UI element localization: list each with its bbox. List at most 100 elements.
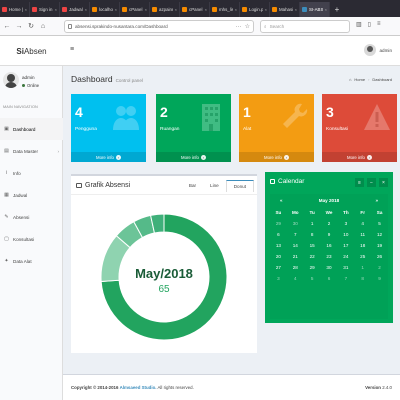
info-icon[interactable] [68,24,72,29]
calendar-day[interactable]: 5 [371,221,388,226]
calendar-day[interactable]: 11 [354,232,371,237]
sidebar-item-konsultasi[interactable]: ▢ Konsultasi [0,228,63,250]
studio-link[interactable]: Almsaeed Studio. [120,385,157,390]
home-icon[interactable]: ⌂ [39,21,47,31]
calendar-day[interactable]: 28 [287,265,304,270]
tab-close-icon[interactable]: × [55,7,57,12]
calendar-day[interactable]: 10 [337,232,354,237]
calendar-day[interactable]: 8 [354,276,371,281]
forward-icon[interactable]: → [15,21,23,31]
calendar-month[interactable]: May 2018 [319,198,339,203]
browser-tab[interactable]: Jadwal | S× [60,2,90,17]
calendar-day[interactable]: 15 [304,243,321,248]
sidebar-toggle-button[interactable]: ≡ [70,46,74,53]
more-info-link[interactable]: More info › [71,152,146,162]
browser-tab[interactable]: cPanel - Ak× [120,2,150,17]
sidebar-item-data-master[interactable]: ▤ Data Master › [0,140,63,162]
calendar-day[interactable]: 5 [304,276,321,281]
user-menu[interactable]: admin [364,44,392,56]
tab-close-icon[interactable]: × [235,7,237,12]
calendar-day[interactable]: 3 [270,276,287,281]
sidebar-item-data-alat[interactable]: ✦ Data Alat [0,250,63,272]
browser-search-input[interactable]: ⌕ Search [260,20,350,33]
browser-tab[interactable]: Mahasisw× [270,2,300,17]
more-info-link[interactable]: More info › [156,152,231,162]
browser-tab[interactable]: Sign in | Ak× [30,2,60,17]
calendar-day[interactable]: 7 [287,232,304,237]
calendar-day[interactable]: 19 [371,243,388,248]
tab-close-icon[interactable]: × [325,7,327,12]
calendar-day[interactable]: 6 [321,276,338,281]
browser-tab[interactable]: mhs_list.p× [210,2,240,17]
calendar-day[interactable]: 31 [337,265,354,270]
calendar-close-button[interactable]: × [379,178,388,187]
tab-line[interactable]: Line [203,180,226,192]
tab-close-icon[interactable]: × [175,7,177,12]
more-info-link[interactable]: More info › [322,152,397,162]
reload-icon[interactable]: ↻ [27,21,35,31]
calendar-day[interactable]: 29 [304,265,321,270]
back-icon[interactable]: ← [3,21,11,31]
calendar-collapse-button[interactable]: − [367,178,376,187]
tab-close-icon[interactable]: × [265,7,267,12]
calendar-day[interactable]: 1 [354,265,371,270]
tab-close-icon[interactable]: × [115,7,117,12]
tab-close-icon[interactable]: × [205,7,207,12]
calendar-day[interactable]: 8 [304,232,321,237]
sidebar-item-absensi[interactable]: ✎ Absensi [0,206,63,228]
calendar-day[interactable]: 6 [270,232,287,237]
tab-close-icon[interactable]: × [85,7,87,12]
calendar-day[interactable]: 14 [287,243,304,248]
calendar-day[interactable]: 13 [270,243,287,248]
calendar-day[interactable]: 25 [354,254,371,259]
new-tab-button[interactable]: + [330,2,344,17]
calendar-day[interactable]: 29 [270,221,287,226]
url-bar[interactable]: absensi.sprakindo-nusantara.com/Dashboar… [64,20,254,33]
calendar-day[interactable]: 9 [371,276,388,281]
calendar-day[interactable]: 12 [371,232,388,237]
calendar-day[interactable]: 4 [354,221,371,226]
calendar-day[interactable]: 2 [371,265,388,270]
calendar-day[interactable]: 2 [321,221,338,226]
calendar-day[interactable]: 17 [337,243,354,248]
breadcrumb-home[interactable]: Home [354,77,365,82]
calendar-day[interactable]: 24 [337,254,354,259]
calendar-day[interactable]: 18 [354,243,371,248]
browser-tab[interactable]: localhost× [90,2,120,17]
tab-close-icon[interactable]: × [295,7,297,12]
calendar-day[interactable]: 20 [270,254,287,259]
calendar-day[interactable]: 3 [337,221,354,226]
calendar-day[interactable]: 16 [321,243,338,248]
browser-tab[interactable]: Home | Ak× [0,2,30,17]
url-text[interactable]: absensi.sprakindo-nusantara.com/Dashboar… [75,24,233,29]
browser-menu-icon[interactable]: ≡ [377,21,381,28]
browser-tab[interactable]: SI-ABSEN× [300,2,330,17]
calendar-day[interactable]: 27 [270,265,287,270]
sidebar-item-jadwal[interactable]: ▦ Jadwal [0,184,63,206]
calendar-day[interactable]: 4 [287,276,304,281]
app-logo[interactable]: Si Absen [0,36,63,66]
tab-bar[interactable]: Bar [182,180,203,192]
browser-tab[interactable]: azpainngin× [150,2,180,17]
calendar-day[interactable]: 30 [287,221,304,226]
calendar-next-button[interactable]: » [375,198,378,203]
library-icon[interactable]: ▥ [356,21,362,28]
tab-close-icon[interactable]: × [25,7,27,12]
calendar-day[interactable]: 21 [287,254,304,259]
calendar-day[interactable]: 9 [321,232,338,237]
calendar-day[interactable]: 22 [304,254,321,259]
more-info-link[interactable]: More info › [239,152,314,162]
calendar-day[interactable]: 23 [321,254,338,259]
tab-donut[interactable]: Donut [225,180,254,192]
calendar-day[interactable]: 30 [321,265,338,270]
browser-tab[interactable]: Login.php× [240,2,270,17]
sidebar-item-info[interactable]: i Info [0,162,63,184]
bookmark-star-icon[interactable]: ☆ [245,23,250,30]
sidebar-toggle-icon[interactable]: ▯ [368,21,371,28]
calendar-day[interactable]: 26 [371,254,388,259]
page-actions-icon[interactable]: ··· [236,24,242,30]
calendar-menu-button[interactable]: ≡ [355,178,364,187]
calendar-day[interactable]: 1 [304,221,321,226]
calendar-prev-button[interactable]: « [280,198,283,203]
browser-tab[interactable]: cPanel File× [180,2,210,17]
